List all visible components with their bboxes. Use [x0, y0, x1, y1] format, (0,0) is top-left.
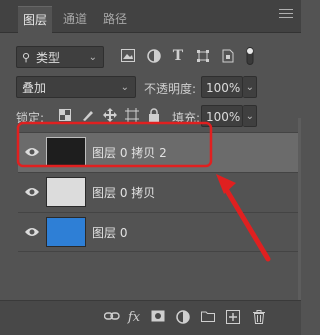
chevron-down-icon: ⌄ [120, 82, 129, 93]
layer-row[interactable]: 图层 0 拷贝 [18, 172, 301, 212]
tab-layers[interactable]: 图层 [18, 6, 52, 33]
layers-list: 图层 0 拷贝 2 图层 0 拷贝 图层 0 [0, 130, 301, 300]
layers-panel: 图层 通道 路径 ⚲ 类型 ⌄ T 叠加 ⌄ 不透明度: 100% ⌄ 锁定: … [0, 0, 301, 335]
tab-paths[interactable]: 路径 [98, 6, 132, 32]
filter-kind-dropdown[interactable]: ⚲ 类型 ⌄ [16, 46, 104, 68]
chevron-down-icon: ⌄ [245, 82, 254, 93]
layer-name[interactable]: 图层 0 拷贝 2 [92, 144, 167, 161]
new-adjustment-layer-icon[interactable] [174, 310, 192, 329]
filter-adjustment-layer-icon[interactable] [146, 49, 162, 67]
layer-thumbnail [46, 177, 86, 207]
lock-transparent-pixels-icon[interactable] [58, 109, 72, 125]
new-group-folder-icon[interactable] [199, 310, 217, 327]
search-icon: ⚲ [22, 51, 31, 64]
opacity-input[interactable]: 100% [201, 76, 243, 98]
fill-value: 100% [206, 110, 241, 124]
layer-style-fx-button[interactable]: fx [125, 310, 143, 326]
opacity-label: 不透明度: [144, 82, 197, 96]
eye-icon[interactable] [24, 146, 40, 158]
panel-menu-icon[interactable] [279, 9, 293, 21]
opacity-value: 100% [206, 81, 241, 95]
chevron-down-icon: ⌄ [245, 111, 254, 122]
new-layer-icon[interactable] [224, 310, 242, 329]
filter-smart-object-icon[interactable] [220, 49, 236, 67]
lock-row: 锁定: 填充: 100% ⌄ [0, 104, 301, 130]
blend-mode-value: 叠加 [22, 81, 47, 95]
blend-row: 叠加 ⌄ 不透明度: 100% ⌄ [0, 74, 301, 100]
fill-label: 填充: [172, 111, 201, 125]
layer-thumbnail [46, 217, 86, 247]
layer-name[interactable]: 图层 0 拷贝 [92, 184, 155, 201]
filter-toggle-icon[interactable] [245, 47, 255, 69]
eye-icon[interactable] [24, 186, 40, 198]
chevron-down-icon: ⌄ [88, 52, 97, 63]
lock-all-icon[interactable] [148, 108, 160, 126]
fill-dropdown-button[interactable]: ⌄ [243, 105, 257, 127]
filter-type-layer-icon[interactable]: T [170, 48, 186, 64]
blend-mode-dropdown[interactable]: 叠加 ⌄ [16, 76, 136, 98]
link-layers-icon[interactable] [103, 310, 121, 326]
filter-kind-label: 类型 [36, 51, 61, 65]
fill-input[interactable]: 100% [201, 105, 243, 127]
layer-row[interactable]: 图层 0 [18, 212, 301, 252]
add-mask-icon[interactable] [149, 310, 167, 327]
eye-icon[interactable] [24, 226, 40, 238]
lock-position-icon[interactable] [103, 108, 117, 126]
layer-name[interactable]: 图层 0 [92, 224, 127, 241]
panel-footer: fx [0, 300, 301, 335]
tab-channels[interactable]: 通道 [58, 6, 92, 32]
lock-label: 锁定: [16, 111, 45, 125]
filter-pixel-layer-icon[interactable] [120, 49, 136, 66]
scrollbar[interactable] [298, 118, 301, 300]
filter-shape-layer-icon[interactable] [195, 49, 211, 67]
opacity-dropdown-button[interactable]: ⌄ [243, 76, 257, 98]
layer-thumbnail [46, 137, 86, 167]
delete-layer-trash-icon[interactable] [250, 310, 268, 329]
layer-row[interactable]: 图层 0 拷贝 2 [18, 132, 301, 172]
lock-image-pixels-icon[interactable] [81, 108, 95, 126]
lock-artboard-icon[interactable] [125, 108, 139, 126]
filter-row: ⚲ 类型 ⌄ T [0, 44, 301, 70]
panel-tab-bar: 图层 通道 路径 [0, 0, 301, 33]
